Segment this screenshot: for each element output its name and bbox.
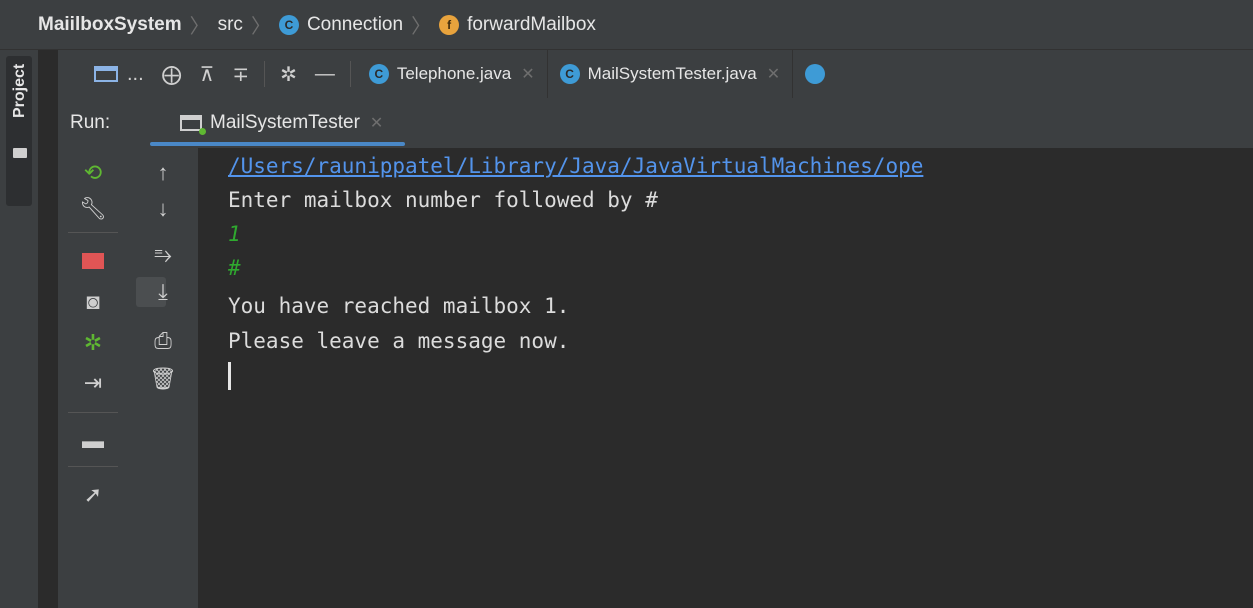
gear-icon[interactable]: ✲ bbox=[280, 62, 297, 87]
folder-icon bbox=[13, 148, 27, 158]
console-line-input: # bbox=[228, 256, 241, 280]
chevron-right-icon: 〉 bbox=[189, 16, 210, 38]
class-icon: C bbox=[559, 64, 580, 84]
expand-all-icon[interactable]: ⊼ bbox=[200, 62, 215, 87]
tab-mailsystemtester-java[interactable]: C MailSystemTester.java ✕ bbox=[548, 50, 794, 98]
toolbar-divider bbox=[68, 466, 118, 467]
console-line-command[interactable]: /Users/raunippatel/Library/Java/JavaVirt… bbox=[228, 154, 923, 178]
run-console-icon bbox=[180, 115, 206, 135]
field-icon: f bbox=[439, 14, 460, 35]
active-tab-indicator bbox=[150, 142, 406, 146]
pin-icon[interactable]: ➚ bbox=[58, 478, 128, 512]
console-output[interactable]: /Users/raunippatel/Library/Java/JavaVirt… bbox=[198, 148, 1253, 608]
class-icon: C bbox=[278, 14, 299, 35]
trash-icon[interactable]: 🗑︎ bbox=[128, 362, 198, 396]
breadcrumb-root[interactable]: MaiilboxSystem bbox=[38, 14, 182, 36]
tool-window-strip: Project bbox=[0, 50, 39, 608]
close-icon[interactable]: ✕ bbox=[370, 113, 383, 133]
close-icon[interactable]: ✕ bbox=[521, 64, 534, 84]
toolbar-divider bbox=[68, 412, 118, 413]
soft-wrap-icon[interactable]: ⥱ bbox=[128, 238, 198, 272]
console-line-output: You have reached mailbox 1. bbox=[228, 294, 570, 318]
tab-label: MailSystemTester.java bbox=[587, 64, 757, 83]
tab-overflow[interactable] bbox=[793, 50, 845, 98]
console-line-output: Please leave a message now. bbox=[228, 329, 570, 353]
console-line-output: Enter mailbox number followed by # bbox=[228, 188, 658, 212]
toolbar-divider bbox=[68, 232, 118, 233]
print-icon[interactable]: ⎙ bbox=[128, 324, 198, 358]
editor-tabs-bar: ... ⨁ ⊼ ∓ ✲ — C Telephone.java ✕ C MailS… bbox=[58, 50, 1253, 99]
arrow-down-icon[interactable]: ↓ bbox=[128, 192, 198, 226]
breadcrumb: MaiilboxSystem 〉 src 〉 C Connection 〉 f … bbox=[0, 0, 1253, 50]
text-caret bbox=[228, 362, 231, 390]
more-icon[interactable]: ... bbox=[127, 63, 144, 86]
collapse-all-icon[interactable]: ∓ bbox=[232, 62, 249, 87]
import-icon[interactable]: ⇥ bbox=[58, 366, 128, 400]
run-tab-label: MailSystemTester bbox=[210, 112, 360, 133]
scroll-to-end-icon[interactable]: ⤓ bbox=[128, 275, 198, 309]
breadcrumb-item-connection[interactable]: Connection bbox=[307, 14, 403, 36]
window-layout-icon[interactable] bbox=[94, 66, 118, 82]
debug-icon[interactable]: ✲ bbox=[58, 326, 128, 360]
run-tool-header: Run: MailSystemTester ✕ bbox=[58, 98, 1253, 148]
rerun-icon[interactable]: ⟲ bbox=[58, 156, 128, 190]
locate-icon[interactable]: ⨁ bbox=[162, 62, 182, 87]
project-label: Project bbox=[11, 63, 28, 118]
run-label: Run: bbox=[70, 112, 111, 133]
run-toolbar-secondary: ↑ ↓ ⥱ ⤓ ⎙ 🗑︎ bbox=[128, 148, 198, 608]
breadcrumb-item-forwardmailbox[interactable]: forwardMailbox bbox=[467, 14, 596, 36]
wrench-icon[interactable]: 🔧︎ bbox=[58, 192, 128, 226]
breadcrumb-item-src[interactable]: src bbox=[218, 14, 243, 36]
layout-icon[interactable]: ▬ bbox=[58, 424, 128, 458]
stop-icon[interactable] bbox=[58, 244, 128, 278]
class-icon bbox=[805, 64, 826, 84]
console-line-input: 1 bbox=[228, 222, 241, 246]
arrow-up-icon[interactable]: ↑ bbox=[128, 156, 198, 190]
run-toolbar-primary: ⟲ 🔧︎ ◙ ✲ ⇥ ▬ ➚ bbox=[58, 148, 129, 608]
tab-telephone-java[interactable]: C Telephone.java ✕ bbox=[357, 50, 548, 98]
chevron-right-icon: 〉 bbox=[250, 16, 271, 38]
camera-icon[interactable]: ◙ bbox=[58, 285, 128, 319]
tab-label: Telephone.java bbox=[396, 64, 512, 83]
project-tool-tab[interactable]: Project bbox=[6, 56, 32, 206]
class-icon: C bbox=[368, 64, 389, 84]
close-icon[interactable]: ✕ bbox=[767, 64, 780, 84]
chevron-right-icon: 〉 bbox=[411, 16, 432, 38]
minimize-icon[interactable]: — bbox=[315, 63, 335, 86]
toolbar-divider bbox=[349, 61, 351, 87]
run-tab-mailsystemtester[interactable]: MailSystemTester ✕ bbox=[150, 98, 406, 148]
toolbar-divider bbox=[264, 61, 266, 87]
